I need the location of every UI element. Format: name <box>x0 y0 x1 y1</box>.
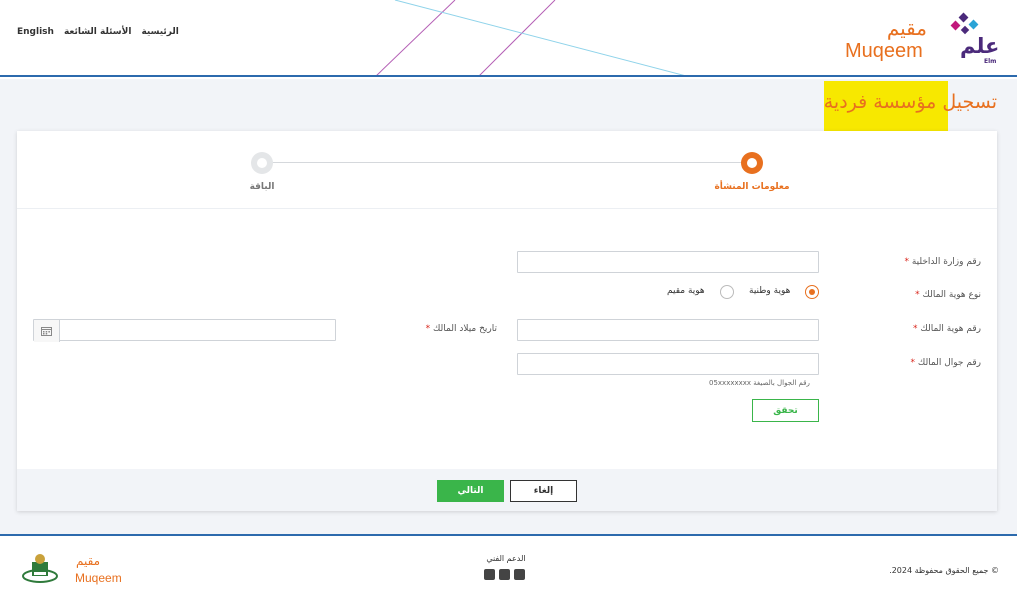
elm-logo-en: Elm <box>984 58 997 65</box>
twitter-icon[interactable] <box>484 569 495 580</box>
emblem-icon <box>22 554 58 583</box>
establishment-form: رقم وزارة الداخلية * نوع هوية المالك * ه… <box>17 209 997 469</box>
footer-brand-ar: مقيم <box>76 554 101 568</box>
footer-brand-en: Muqeem <box>75 571 122 585</box>
site-footer: مقيم Muqeem الدعم الفني © جميع الحقوق مح… <box>0 534 1017 594</box>
owner-mobile-input[interactable] <box>517 353 819 375</box>
owner-mobile-label: رقم جوال المالك * <box>910 358 981 368</box>
verify-button[interactable]: تحقق <box>752 399 819 422</box>
muqeem-logo-ar: مقيم <box>886 16 927 40</box>
owner-birth-label: تاريخ ميلاد المالك * <box>425 324 497 334</box>
header-decoration <box>376 0 685 75</box>
muqeem-logo-en: Muqeem <box>845 40 923 62</box>
step-connector <box>261 162 751 163</box>
nav-home[interactable]: الرئيسية <box>141 27 178 37</box>
mobile-format-hint: رقم الجوال بالصيغة 05xxxxxxxx <box>709 379 810 387</box>
muqeem-logo[interactable]: مقيم Muqeem <box>845 16 935 66</box>
owner-id-type-label: نوع هوية المالك * <box>915 290 981 300</box>
nav-faq[interactable]: الأسئلة الشائعة <box>64 27 132 37</box>
site-header: English الأسئلة الشائعة الرئيسية مقيم Mu… <box>0 0 1017 77</box>
step-2-indicator <box>251 152 273 174</box>
resident-id-label: هوية مقيم <box>667 286 705 296</box>
owner-id-input[interactable] <box>517 319 819 341</box>
support-links <box>484 569 525 580</box>
main-content: تسجيل مؤسسة فردية معلومات المنشأة الباقة… <box>0 79 1017 534</box>
next-button[interactable]: التالي <box>437 480 504 502</box>
nav-english[interactable]: English <box>17 27 54 37</box>
step-2-label: الباقة <box>249 182 275 192</box>
national-id-label: هوية وطنية <box>749 286 791 296</box>
elm-logo-ar: علم <box>960 34 1000 58</box>
resident-id-radio[interactable] <box>720 285 734 299</box>
email-icon[interactable] <box>499 569 510 580</box>
moi-number-label: رقم وزارة الداخلية * <box>904 257 981 267</box>
registration-card: معلومات المنشأة الباقة رقم وزارة الداخلي… <box>17 131 997 511</box>
step-1-label: معلومات المنشأة <box>714 182 790 192</box>
copyright-text: © جميع الحقوق محفوظة 2024. <box>889 566 999 575</box>
wizard-stepper: معلومات المنشأة الباقة <box>17 131 997 209</box>
top-navigation: English الأسئلة الشائعة الرئيسية <box>17 27 179 37</box>
phone-icon[interactable] <box>514 569 525 580</box>
step-1-indicator <box>741 152 763 174</box>
support-title: الدعم الفني <box>486 554 526 563</box>
moi-number-input[interactable] <box>517 251 819 273</box>
form-actions: إلغاء التالي <box>17 469 997 511</box>
page-title: تسجيل مؤسسة فردية <box>823 91 997 113</box>
elm-logo: علم Elm <box>944 12 1002 68</box>
national-id-radio[interactable] <box>805 285 819 299</box>
calendar-icon[interactable] <box>34 320 60 342</box>
owner-birth-input[interactable] <box>33 319 336 342</box>
owner-id-label: رقم هوية المالك * <box>913 324 981 334</box>
cancel-button[interactable]: إلغاء <box>510 480 577 502</box>
